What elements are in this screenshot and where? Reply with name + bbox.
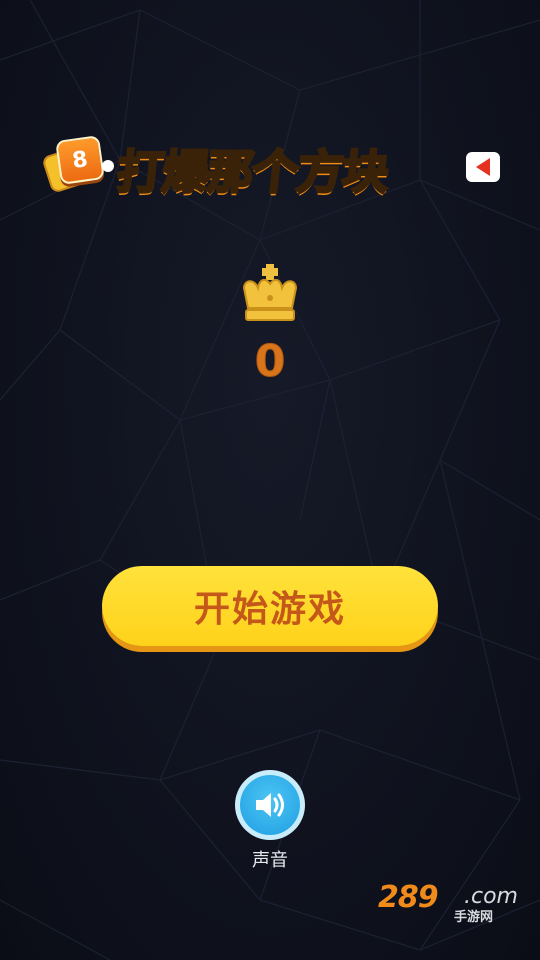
- watermark-subtitle: 手游网: [454, 910, 494, 925]
- title-number-tile: 8: [55, 135, 105, 185]
- crown-icon: [242, 264, 298, 321]
- site-watermark: 289 .com 手游网: [378, 880, 528, 925]
- arrow-left-icon: [466, 152, 500, 182]
- game-start-screen: 8 打爆那个方块 0 开始游戏 声音 289 .com 手游网: [0, 0, 540, 960]
- start-game-button[interactable]: 开始游戏: [102, 566, 438, 646]
- watermark-number: 289: [378, 880, 439, 915]
- sound-label: 声音: [252, 850, 288, 871]
- best-score: 0: [254, 336, 286, 388]
- sound-toggle-button[interactable]: [235, 770, 305, 840]
- game-title-logo: 8 打爆那个方块: [40, 128, 510, 208]
- game-title: 打爆那个方块: [113, 144, 392, 201]
- speaker-icon: [256, 793, 284, 817]
- title-dot: [102, 160, 114, 172]
- sound-button-face: [240, 775, 300, 835]
- start-game-label: 开始游戏: [193, 589, 346, 630]
